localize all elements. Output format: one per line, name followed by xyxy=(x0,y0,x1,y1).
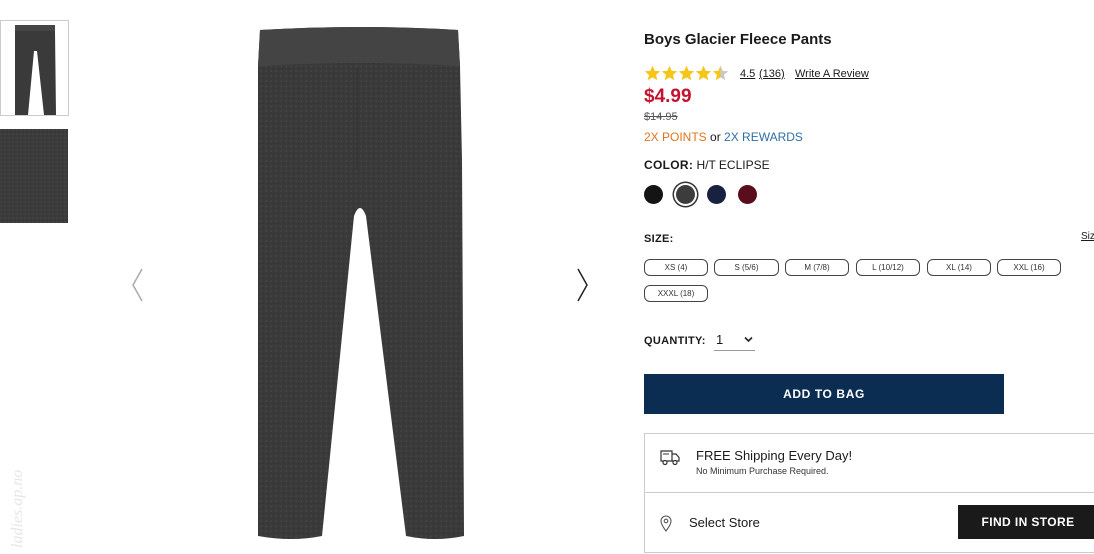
color-swatch-navy[interactable] xyxy=(707,185,726,204)
rating-score-link[interactable]: 4.5 xyxy=(740,68,755,80)
size-option-m[interactable]: M (7/8) xyxy=(785,259,849,276)
color-label-row: COLOR: H/T ECLIPSE xyxy=(644,158,770,172)
free-shipping-subtitle: No Minimum Purchase Required. xyxy=(696,466,829,476)
star-rating-icon[interactable] xyxy=(644,65,730,82)
quantity-value: 1 xyxy=(716,332,724,347)
svg-text:ladies.ap.no: ladies.ap.no xyxy=(9,470,26,548)
quantity-select[interactable]: 1 xyxy=(714,331,755,351)
points-or-text: or xyxy=(706,130,725,144)
star-icon xyxy=(644,65,661,81)
location-pin-icon xyxy=(660,515,672,532)
panel-divider xyxy=(645,492,1094,493)
star-icon xyxy=(712,65,729,81)
pants-thumbnail-image xyxy=(15,25,56,115)
star-icon xyxy=(678,65,695,81)
size-option-l[interactable]: L (10/12) xyxy=(856,259,920,276)
fabric-texture-image xyxy=(0,129,68,223)
quantity-label: QUANTITY: xyxy=(644,335,706,347)
size-chart-link[interactable]: Siz xyxy=(1081,231,1094,242)
size-option-xxl[interactable]: XXL (16) xyxy=(997,259,1061,276)
points-rewards-line: 2X POINTS or 2X REWARDS xyxy=(644,130,803,144)
size-option-xs[interactable]: XS (4) xyxy=(644,259,708,276)
star-icon xyxy=(695,65,712,81)
shipping-store-panel: FREE Shipping Every Day! No Minimum Purc… xyxy=(644,433,1094,553)
main-product-image xyxy=(258,27,464,539)
find-in-store-button[interactable]: FIND IN STORE xyxy=(958,505,1094,539)
select-store-link[interactable]: Select Store xyxy=(689,515,760,530)
sale-price: $4.99 xyxy=(644,86,692,107)
review-count-link[interactable]: (136) xyxy=(759,68,785,80)
rewards-text: 2X REWARDS xyxy=(724,130,803,144)
selected-color-value: H/T ECLIPSE xyxy=(696,158,770,172)
chevron-down-icon xyxy=(744,336,753,343)
next-image-arrow-icon[interactable] xyxy=(572,266,592,304)
previous-image-arrow-icon[interactable] xyxy=(128,266,148,304)
star-icon xyxy=(661,65,678,81)
size-option-xl[interactable]: XL (14) xyxy=(927,259,991,276)
color-swatch-ht-eclipse[interactable] xyxy=(676,185,695,204)
color-swatch-black[interactable] xyxy=(644,185,663,204)
add-to-bag-button[interactable]: ADD TO BAG xyxy=(644,374,1004,414)
product-title: Boys Glacier Fleece Pants xyxy=(644,31,832,48)
original-price: $14.95 xyxy=(644,111,678,123)
size-label: SIZE: xyxy=(644,233,674,245)
free-shipping-title: FREE Shipping Every Day! xyxy=(696,448,853,463)
delivery-truck-icon xyxy=(660,450,680,466)
color-swatch-burgundy[interactable] xyxy=(738,185,757,204)
color-label: COLOR: xyxy=(644,158,694,172)
size-option-xxxl[interactable]: XXXL (18) xyxy=(644,285,708,302)
points-text: 2X POINTS xyxy=(644,130,707,144)
thumbnail-fabric-detail[interactable] xyxy=(0,129,68,223)
size-option-s[interactable]: S (5/6) xyxy=(714,259,779,276)
watermark-logo: ladies.ap.no xyxy=(9,470,26,548)
write-review-link[interactable]: Write A Review xyxy=(795,68,869,80)
thumbnail-front[interactable] xyxy=(0,20,69,116)
